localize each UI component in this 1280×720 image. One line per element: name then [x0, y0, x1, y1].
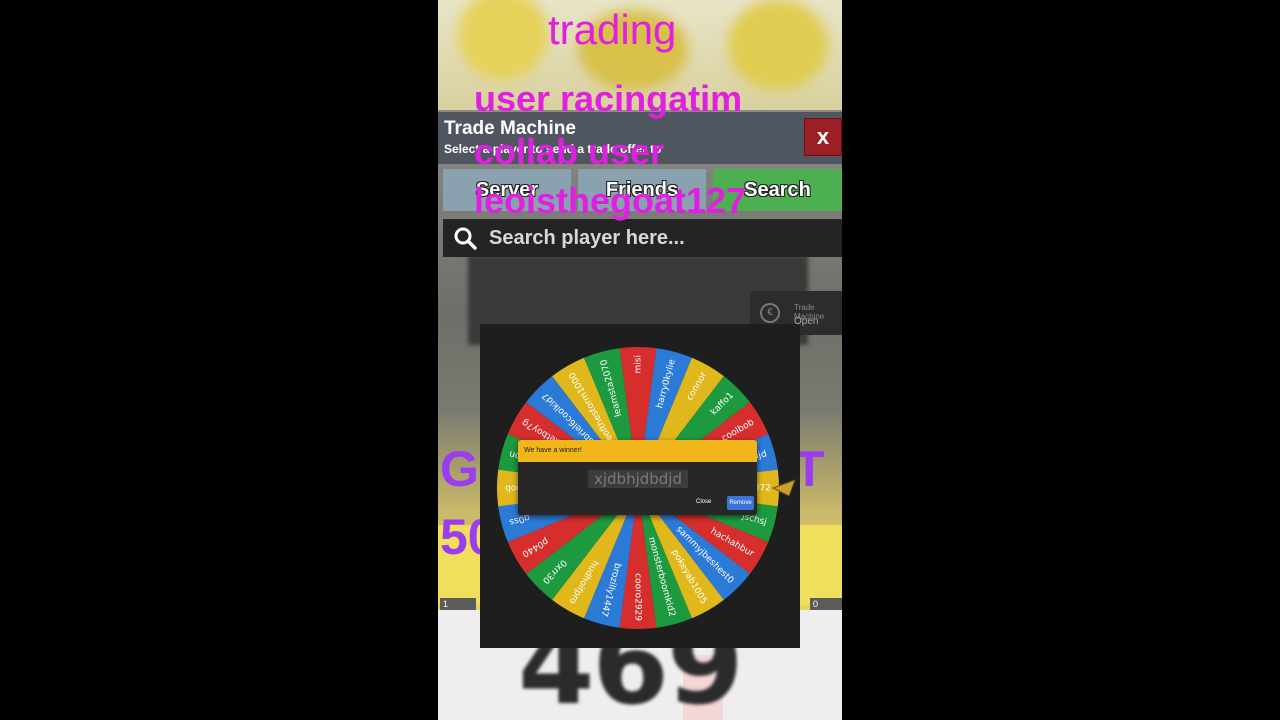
- coin-icon: €: [760, 303, 780, 323]
- winner-close-button[interactable]: Close: [696, 499, 711, 505]
- wheel-entry-label: misi: [634, 355, 644, 373]
- winner-header: We have a winner!: [518, 440, 757, 462]
- close-button[interactable]: x: [804, 118, 842, 156]
- wheel-entry-label: cooro2929: [633, 573, 643, 621]
- background-blob: [728, 0, 828, 90]
- overlay-caption: user racingatim: [474, 78, 743, 119]
- overlay-caption: trading: [548, 6, 677, 53]
- overlay-caption: collab user: [474, 131, 665, 172]
- inventory-slot[interactable]: 0: [810, 598, 842, 610]
- search-icon[interactable]: [453, 226, 477, 250]
- background-text: G: [440, 441, 479, 497]
- winner-remove-button[interactable]: Remove: [727, 496, 754, 510]
- winner-dialog: We have a winner! xjdbhjdbdjd Close Remo…: [518, 440, 757, 515]
- game-viewport: 1 0 469 G 50 T Trade Machine Select a pl…: [438, 0, 842, 720]
- inventory-slot[interactable]: 1: [440, 598, 476, 610]
- winner-name: xjdbhjdbdjd: [588, 470, 688, 488]
- search-bar[interactable]: [443, 219, 842, 257]
- search-input[interactable]: [489, 219, 829, 257]
- overlay-caption: leoisthegoat127: [474, 180, 747, 221]
